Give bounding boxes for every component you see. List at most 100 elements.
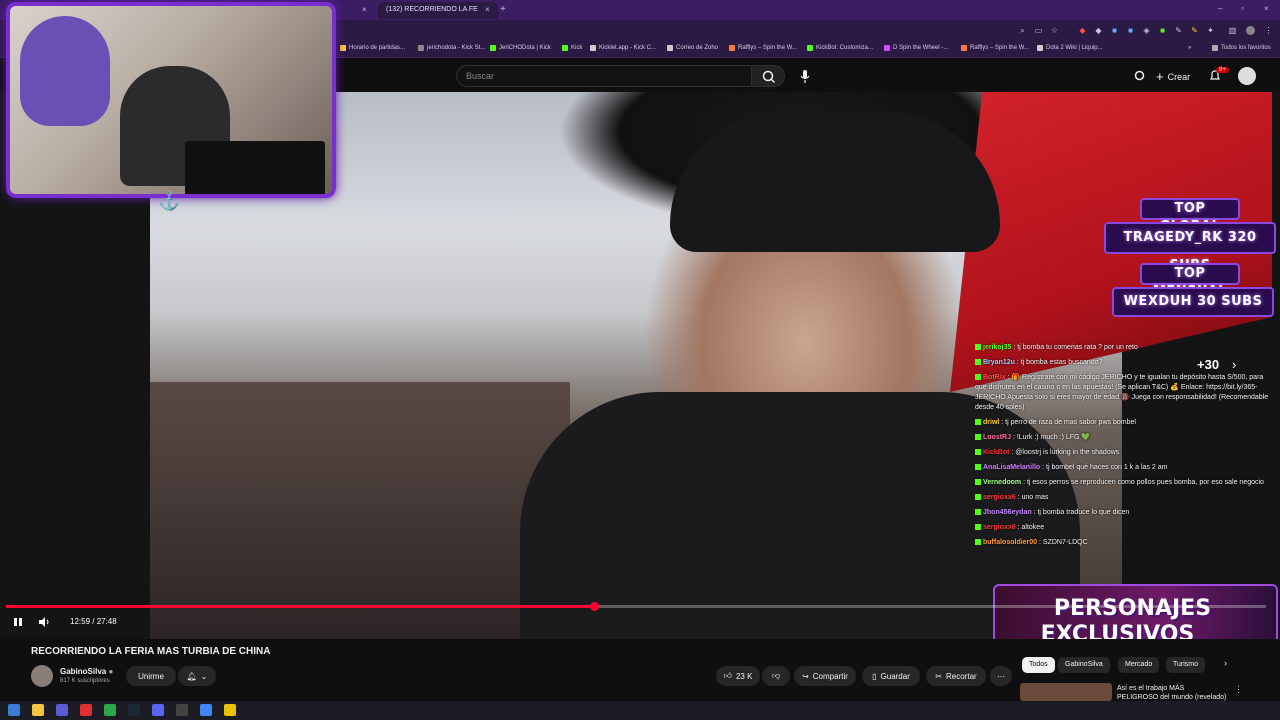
bookmark-item[interactable]: Kicklet.app - Kick C... [590, 45, 656, 51]
obs-icon[interactable] [176, 704, 188, 716]
chip-channel[interactable]: GabinoSilva [1058, 657, 1110, 673]
create-button[interactable]: + Crear [1156, 69, 1190, 84]
bookmark-icon [490, 45, 496, 51]
dislike-button[interactable]: 👎︎ [762, 666, 790, 686]
search-icon [762, 70, 776, 84]
bookmark-item[interactable]: Horario de partidas... [340, 45, 405, 51]
timecode: 12:59 / 27:48 [70, 617, 117, 626]
channel-name[interactable]: GabinoSilva ● [60, 667, 113, 676]
bookmark-item[interactable]: Kick [562, 45, 582, 51]
kick-badge-icon [975, 449, 981, 456]
maximize-icon[interactable]: ▫ [1241, 4, 1244, 13]
tab-active[interactable]: (132) RECORRIENDO LA FE [378, 2, 498, 19]
channel-avatar[interactable] [31, 665, 53, 687]
extension-icon[interactable]: ◈ [1142, 26, 1151, 35]
bookmark-icon: ▯ [872, 671, 877, 681]
close-tab-icon[interactable]: × [362, 5, 367, 14]
bookmark-item[interactable]: JeriCHODota | Kick [490, 45, 551, 51]
app-icon[interactable] [56, 704, 68, 716]
chips-next-icon[interactable]: › [1224, 658, 1227, 668]
close-active-tab-icon[interactable]: × [485, 5, 490, 14]
discord-icon[interactable] [152, 704, 164, 716]
recommendation-title[interactable]: Así es el trabajo MÁS PELIGROSO del mund… [1117, 684, 1227, 702]
chip-tourism[interactable]: Turismo [1166, 657, 1206, 673]
bookmark-item[interactable]: Correo de Zoho [667, 45, 718, 51]
chat-text: : altokee [1015, 524, 1045, 531]
bookmark-item[interactable]: D Spin the Wheel -... [884, 45, 948, 51]
menu-dots-icon[interactable]: ⋮ [1264, 26, 1273, 35]
share-button[interactable]: ↪ Compartir [794, 666, 856, 686]
recommendation-menu-icon[interactable]: ⋮ [1234, 684, 1243, 695]
new-tab-icon[interactable]: + [500, 4, 506, 15]
cast-button[interactable] [1133, 69, 1146, 82]
like-button[interactable]: 👍︎ 23 K [716, 666, 760, 686]
bookmarks-folder[interactable]: Todos los favoritos [1212, 45, 1271, 51]
pause-button[interactable] [12, 616, 24, 628]
extension-icon[interactable]: ■ [1110, 26, 1119, 35]
chat-message: KickBot : @loostrj is lurking in the sha… [975, 448, 1275, 458]
account-avatar[interactable] [1238, 67, 1256, 85]
scissors-icon: ✂ [935, 671, 942, 681]
window-close-icon[interactable]: × [1264, 4, 1269, 13]
extension-icon[interactable]: ■ [1126, 26, 1135, 35]
verified-icon: ● [108, 667, 114, 676]
profile-avatar-icon[interactable] [1246, 26, 1255, 35]
more-actions-button[interactable]: ⋯ [990, 666, 1012, 686]
chat-username: BotRix [983, 374, 1006, 381]
app-icon[interactable] [104, 704, 116, 716]
plus-icon: + [1156, 69, 1164, 84]
progress-fill [6, 605, 595, 608]
bookmark-item[interactable]: jerichodota - Kick St... [418, 45, 485, 51]
kick-badge-icon [975, 494, 981, 501]
extension-icon[interactable]: ◆ [1078, 26, 1087, 35]
file-explorer-icon[interactable] [32, 704, 44, 716]
app-icon[interactable] [224, 704, 236, 716]
chat-username: AnaLisaMelanillo [983, 464, 1041, 471]
save-button[interactable]: ▯ Guardar [862, 666, 920, 686]
extension-icon[interactable]: ✎ [1190, 26, 1199, 35]
bookmark-item[interactable]: Rafflys – Spin the W... [729, 45, 797, 51]
chat-username: Jhon456eydan [983, 509, 1032, 516]
volume-button[interactable] [38, 616, 52, 628]
bookmark-icon [961, 45, 967, 51]
voice-search-button[interactable] [795, 66, 815, 86]
bookmark-item[interactable]: Dota 2 Wiki | Liquip... [1037, 45, 1103, 51]
bell-icon: 🔔︎ [186, 671, 197, 681]
sidebar-icon[interactable]: ▥ [1228, 26, 1237, 35]
search-input[interactable]: Buscar [456, 65, 752, 87]
bookmark-icon [590, 45, 596, 51]
join-button[interactable]: Unirme [126, 666, 176, 686]
bookmark-icon [884, 45, 890, 51]
bookmark-star-icon[interactable]: ☆ [1050, 26, 1059, 35]
bookmark-item[interactable]: KickBot: Customiza... [807, 45, 873, 51]
cap-image [670, 112, 1000, 252]
subscriber-count: 817 K suscriptores [60, 678, 110, 684]
bookmark-icon [340, 45, 346, 51]
steam-icon[interactable] [128, 704, 140, 716]
chat-text: : 🎁 Regístrate con mi código JERICHO y t… [975, 374, 1269, 411]
cast-icon[interactable]: ▭ [1034, 26, 1043, 35]
chat-username: KickBot [983, 449, 1010, 456]
app-icon[interactable] [80, 704, 92, 716]
extension-icon[interactable]: ◆ [1094, 26, 1103, 35]
extension-icon[interactable]: ■ [1158, 26, 1167, 35]
zoom-icon[interactable]: ⌕ [1018, 26, 1027, 35]
clip-button[interactable]: ✂ Recortar [926, 666, 986, 686]
extensions-puzzle-icon[interactable]: ✦ [1206, 26, 1215, 35]
search-button[interactable] [751, 65, 785, 87]
bookmark-item[interactable]: Rafflys – Spin the W... [961, 45, 1029, 51]
chrome-icon[interactable] [200, 704, 212, 716]
notification-settings-button[interactable]: 🔔︎ ⌄ [178, 666, 216, 686]
minimize-icon[interactable]: – [1218, 4, 1222, 13]
progress-bar[interactable] [6, 602, 1266, 611]
chip-all[interactable]: Todos [1022, 657, 1055, 673]
start-icon[interactable] [8, 704, 20, 716]
extension-icon[interactable]: ✎ [1174, 26, 1183, 35]
more-bookmarks-icon[interactable]: » [1188, 45, 1191, 51]
recommendation-thumbnail[interactable] [1020, 683, 1112, 701]
taskbar [0, 701, 1280, 720]
chat-username: sergioxx6 [983, 494, 1016, 501]
top-monthly-label: TOP MENSUAL [1140, 263, 1240, 299]
chat-username: driwl [983, 419, 1000, 426]
chip-market[interactable]: Mercado [1118, 657, 1160, 673]
